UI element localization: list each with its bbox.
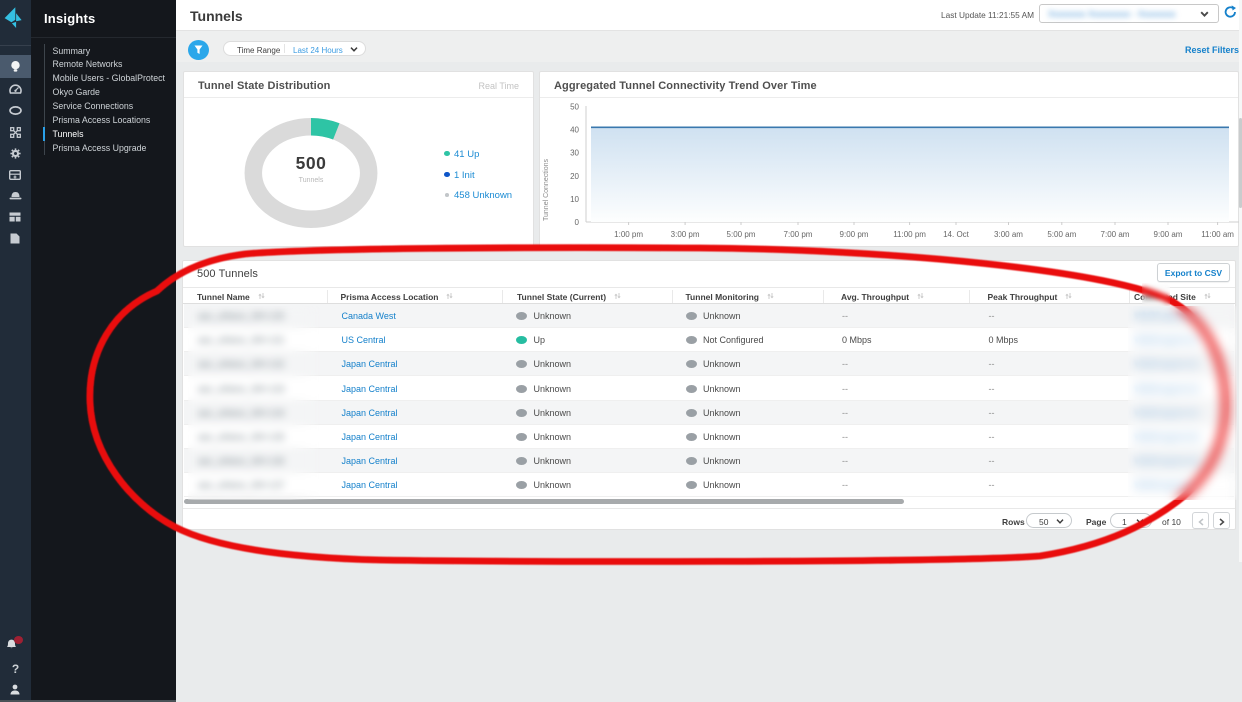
svg-text:3:00 pm: 3:00 pm (671, 230, 700, 239)
svg-text:14. Oct: 14. Oct (943, 230, 970, 239)
svg-text:Tunnel Connections: Tunnel Connections (543, 159, 550, 222)
svg-text:40: 40 (570, 126, 579, 135)
svg-text:50: 50 (570, 103, 579, 112)
svg-text:5:00 am: 5:00 am (1047, 230, 1076, 239)
svg-text:9:00 am: 9:00 am (1154, 230, 1183, 239)
svg-text:3:00 am: 3:00 am (994, 230, 1023, 239)
svg-text:0: 0 (575, 218, 580, 227)
svg-text:11:00 pm: 11:00 pm (893, 230, 926, 239)
svg-text:7:00 am: 7:00 am (1101, 230, 1130, 239)
svg-text:10: 10 (570, 195, 579, 204)
svg-text:11:00 am: 11:00 am (1201, 230, 1234, 239)
svg-text:30: 30 (570, 149, 579, 158)
svg-text:7:00 pm: 7:00 pm (784, 230, 813, 239)
svg-text:20: 20 (570, 172, 579, 181)
svg-text:5:00 pm: 5:00 pm (727, 230, 756, 239)
svg-text:9:00 pm: 9:00 pm (840, 230, 869, 239)
svg-text:1:00 pm: 1:00 pm (614, 230, 643, 239)
